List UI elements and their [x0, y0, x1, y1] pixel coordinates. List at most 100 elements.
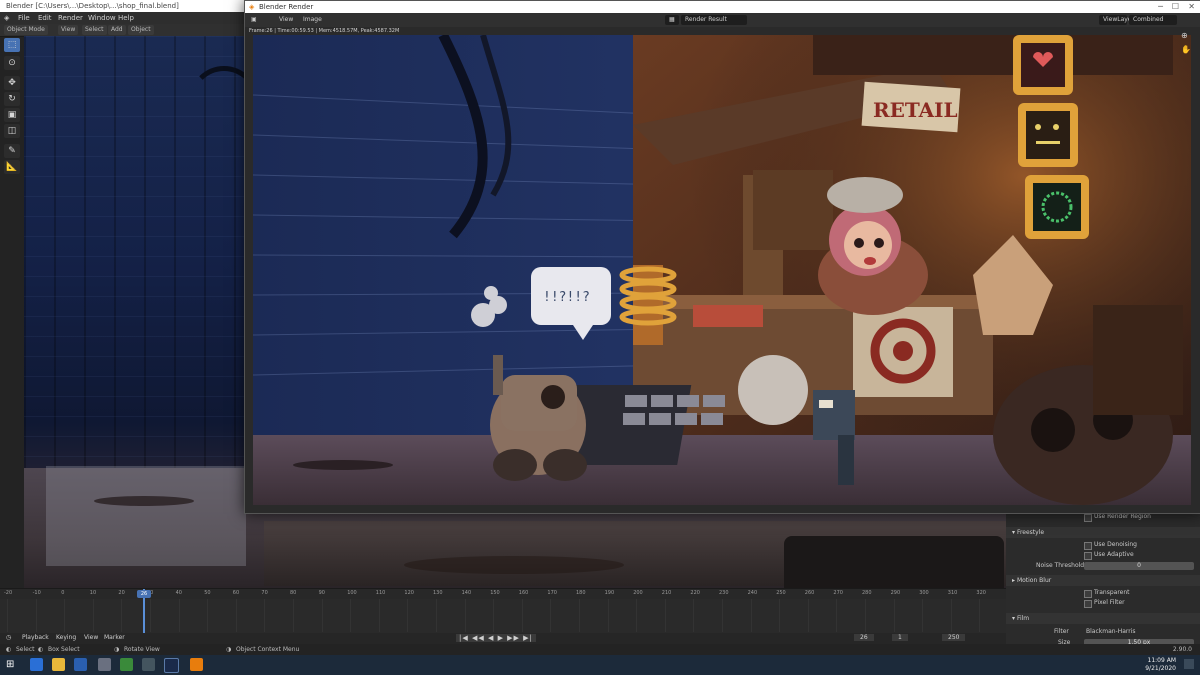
marker-menu[interactable]: Marker — [104, 634, 125, 641]
render-view-menu[interactable]: View — [279, 15, 293, 25]
edge-browser-icon[interactable] — [30, 658, 43, 671]
mode-selector[interactable]: Object Mode — [4, 25, 48, 35]
maximize-icon[interactable]: ☐ — [1172, 1, 1179, 13]
noise-threshold-field[interactable]: 0 — [1084, 562, 1194, 570]
playback-menu[interactable]: Playback — [22, 634, 49, 641]
checkbox-label: Use Denoising — [1094, 541, 1137, 548]
menu-help[interactable]: Help — [118, 12, 134, 24]
timeline-gridline — [750, 599, 752, 632]
timeline-tick-label: 150 — [490, 590, 500, 596]
rotate-tool-icon[interactable]: ↻ — [4, 92, 20, 106]
timeline-tick-label: 210 — [661, 590, 672, 596]
timeline-gridline — [550, 599, 552, 632]
camera-frame-region — [46, 466, 246, 566]
image-browse-icon[interactable]: ▦ — [665, 15, 679, 25]
timeline-gridline — [407, 599, 409, 632]
timeline-editor-icon[interactable]: ◷ — [6, 634, 11, 641]
render-slot-name[interactable]: Render Result — [681, 15, 747, 25]
checkbox-label: Use Render Region — [1094, 513, 1151, 520]
app-icon[interactable] — [98, 658, 111, 671]
checkbox-transparent[interactable] — [1084, 590, 1092, 598]
current-frame-field[interactable]: 26 — [854, 634, 874, 641]
playback-buttons[interactable]: |◀ ◀◀ ◀ ▶ ▶▶ ▶| — [456, 634, 536, 642]
annotate-tool-icon[interactable]: ✎ — [4, 144, 20, 158]
close-icon[interactable]: ✕ — [1188, 1, 1195, 13]
start-frame-field[interactable]: 1 — [892, 634, 908, 641]
steam-icon[interactable] — [164, 658, 179, 673]
section-motion-blur[interactable]: ▸ Motion Blur — [1006, 575, 1200, 586]
timeline-gridline — [865, 599, 866, 632]
render-window-title: Blender Render — [259, 3, 314, 11]
view-layer-dropdown[interactable]: ViewLayer — [1099, 15, 1134, 25]
checkbox-use-render-region[interactable] — [1084, 514, 1092, 522]
timeline-tick-label: 80 — [290, 590, 297, 596]
tool-shelf: ⬚ ⊙ ✥ ↻ ▣ ◫ ✎ 📐 — [4, 38, 20, 178]
timeline-tick-label: 250 — [776, 590, 786, 596]
render-scene-art: RETAIL !!?!!? — [253, 35, 1191, 505]
notification-icon[interactable] — [1184, 659, 1194, 669]
checkbox-use-adaptive[interactable] — [1084, 552, 1092, 560]
timeline-tick-label: 230 — [719, 590, 729, 596]
transform-tool-icon[interactable]: ◫ — [4, 124, 20, 138]
cursor-tool-icon[interactable]: ⊙ — [4, 56, 20, 70]
timeline-controls: ◷ Playback Keying View Marker |◀ ◀◀ ◀ ▶ … — [0, 633, 1006, 644]
section-freestyle[interactable]: ▾ Freestyle — [1006, 527, 1200, 538]
section-film[interactable]: ▾ Film — [1006, 613, 1200, 624]
header-select-menu[interactable]: Select — [82, 25, 107, 35]
file-explorer-icon[interactable] — [52, 658, 65, 671]
timeline-gridline — [979, 599, 981, 632]
timeline-tick-label: 190 — [604, 590, 615, 596]
move-tool-icon[interactable]: ✥ — [4, 76, 20, 90]
store-icon[interactable] — [74, 658, 87, 671]
menu-render[interactable]: Render — [58, 12, 83, 24]
timeline-gridline — [178, 599, 180, 632]
pan-hand-icon[interactable]: ✋ — [1181, 45, 1193, 57]
timeline-tick-label: -10 — [32, 590, 41, 596]
filter-value[interactable]: Blackman-Harris — [1086, 628, 1136, 635]
app-icon[interactable] — [142, 658, 155, 671]
timeline-editor[interactable]: -20-100102030405060708090100110120130140… — [0, 588, 1006, 634]
status-bar: ◐ Select ◐ Box Select ◑ Rotate View ◑ Ob… — [0, 644, 1200, 655]
header-add-menu[interactable]: Add — [108, 25, 126, 35]
measure-tool-icon[interactable]: 📐 — [4, 160, 20, 174]
header-view-menu[interactable]: View — [58, 25, 79, 35]
view-menu[interactable]: View — [84, 634, 98, 641]
checkbox-pixel-filter[interactable] — [1084, 600, 1092, 608]
timeline-tick-label: 200 — [633, 590, 643, 596]
select-box-tool-icon[interactable]: ⬚ — [4, 38, 20, 52]
taskbar-clock[interactable]: 11:09 AM 9/21/2020 — [1145, 657, 1176, 673]
menu-edit[interactable]: Edit — [38, 12, 52, 24]
keying-menu[interactable]: Keying — [56, 634, 76, 641]
timeline-gridline — [92, 599, 94, 632]
blender-logo-icon[interactable]: ◈ — [4, 12, 9, 24]
checkbox-use-denoising[interactable] — [1084, 542, 1092, 550]
zoom-icon[interactable]: ⊕ — [1181, 31, 1193, 43]
render-window-titlebar[interactable]: ◈ Blender Render ─ ☐ ✕ — [245, 1, 1200, 13]
timeline-tick-label: 90 — [318, 590, 325, 596]
current-frame-indicator[interactable]: 26 — [137, 590, 151, 598]
render-window[interactable]: ◈ Blender Render ─ ☐ ✕ ▣ View Image ▦ Re… — [244, 0, 1200, 514]
timeline-gridline — [693, 599, 695, 632]
status-select: Select — [16, 646, 35, 653]
minimize-icon[interactable]: ─ — [1158, 1, 1163, 13]
menu-file[interactable]: File — [18, 12, 30, 24]
timeline-gridline — [264, 599, 266, 632]
render-image-menu[interactable]: Image — [303, 15, 322, 25]
header-object-menu[interactable]: Object — [128, 25, 154, 35]
nvidia-icon[interactable] — [120, 658, 133, 671]
timeline-gridline — [150, 599, 151, 632]
scale-tool-icon[interactable]: ▣ — [4, 108, 20, 122]
timeline-gridline — [636, 599, 638, 632]
pass-dropdown[interactable]: Combined — [1129, 15, 1177, 25]
floor-stain — [94, 496, 194, 506]
render-result-image[interactable]: RETAIL !!?!!? — [253, 35, 1191, 505]
timeline-tick-label: 180 — [576, 590, 586, 596]
image-editor-type-icon[interactable]: ▣ — [251, 15, 257, 25]
timeline-gridline — [64, 599, 66, 632]
windows-start-icon[interactable]: ⊞ — [6, 658, 19, 671]
timeline-gridline — [493, 599, 495, 632]
end-frame-field[interactable]: 250 — [942, 634, 966, 641]
timeline-gridline — [607, 599, 609, 632]
menu-window[interactable]: Window — [88, 12, 116, 24]
blender-taskbar-icon[interactable] — [190, 658, 203, 671]
